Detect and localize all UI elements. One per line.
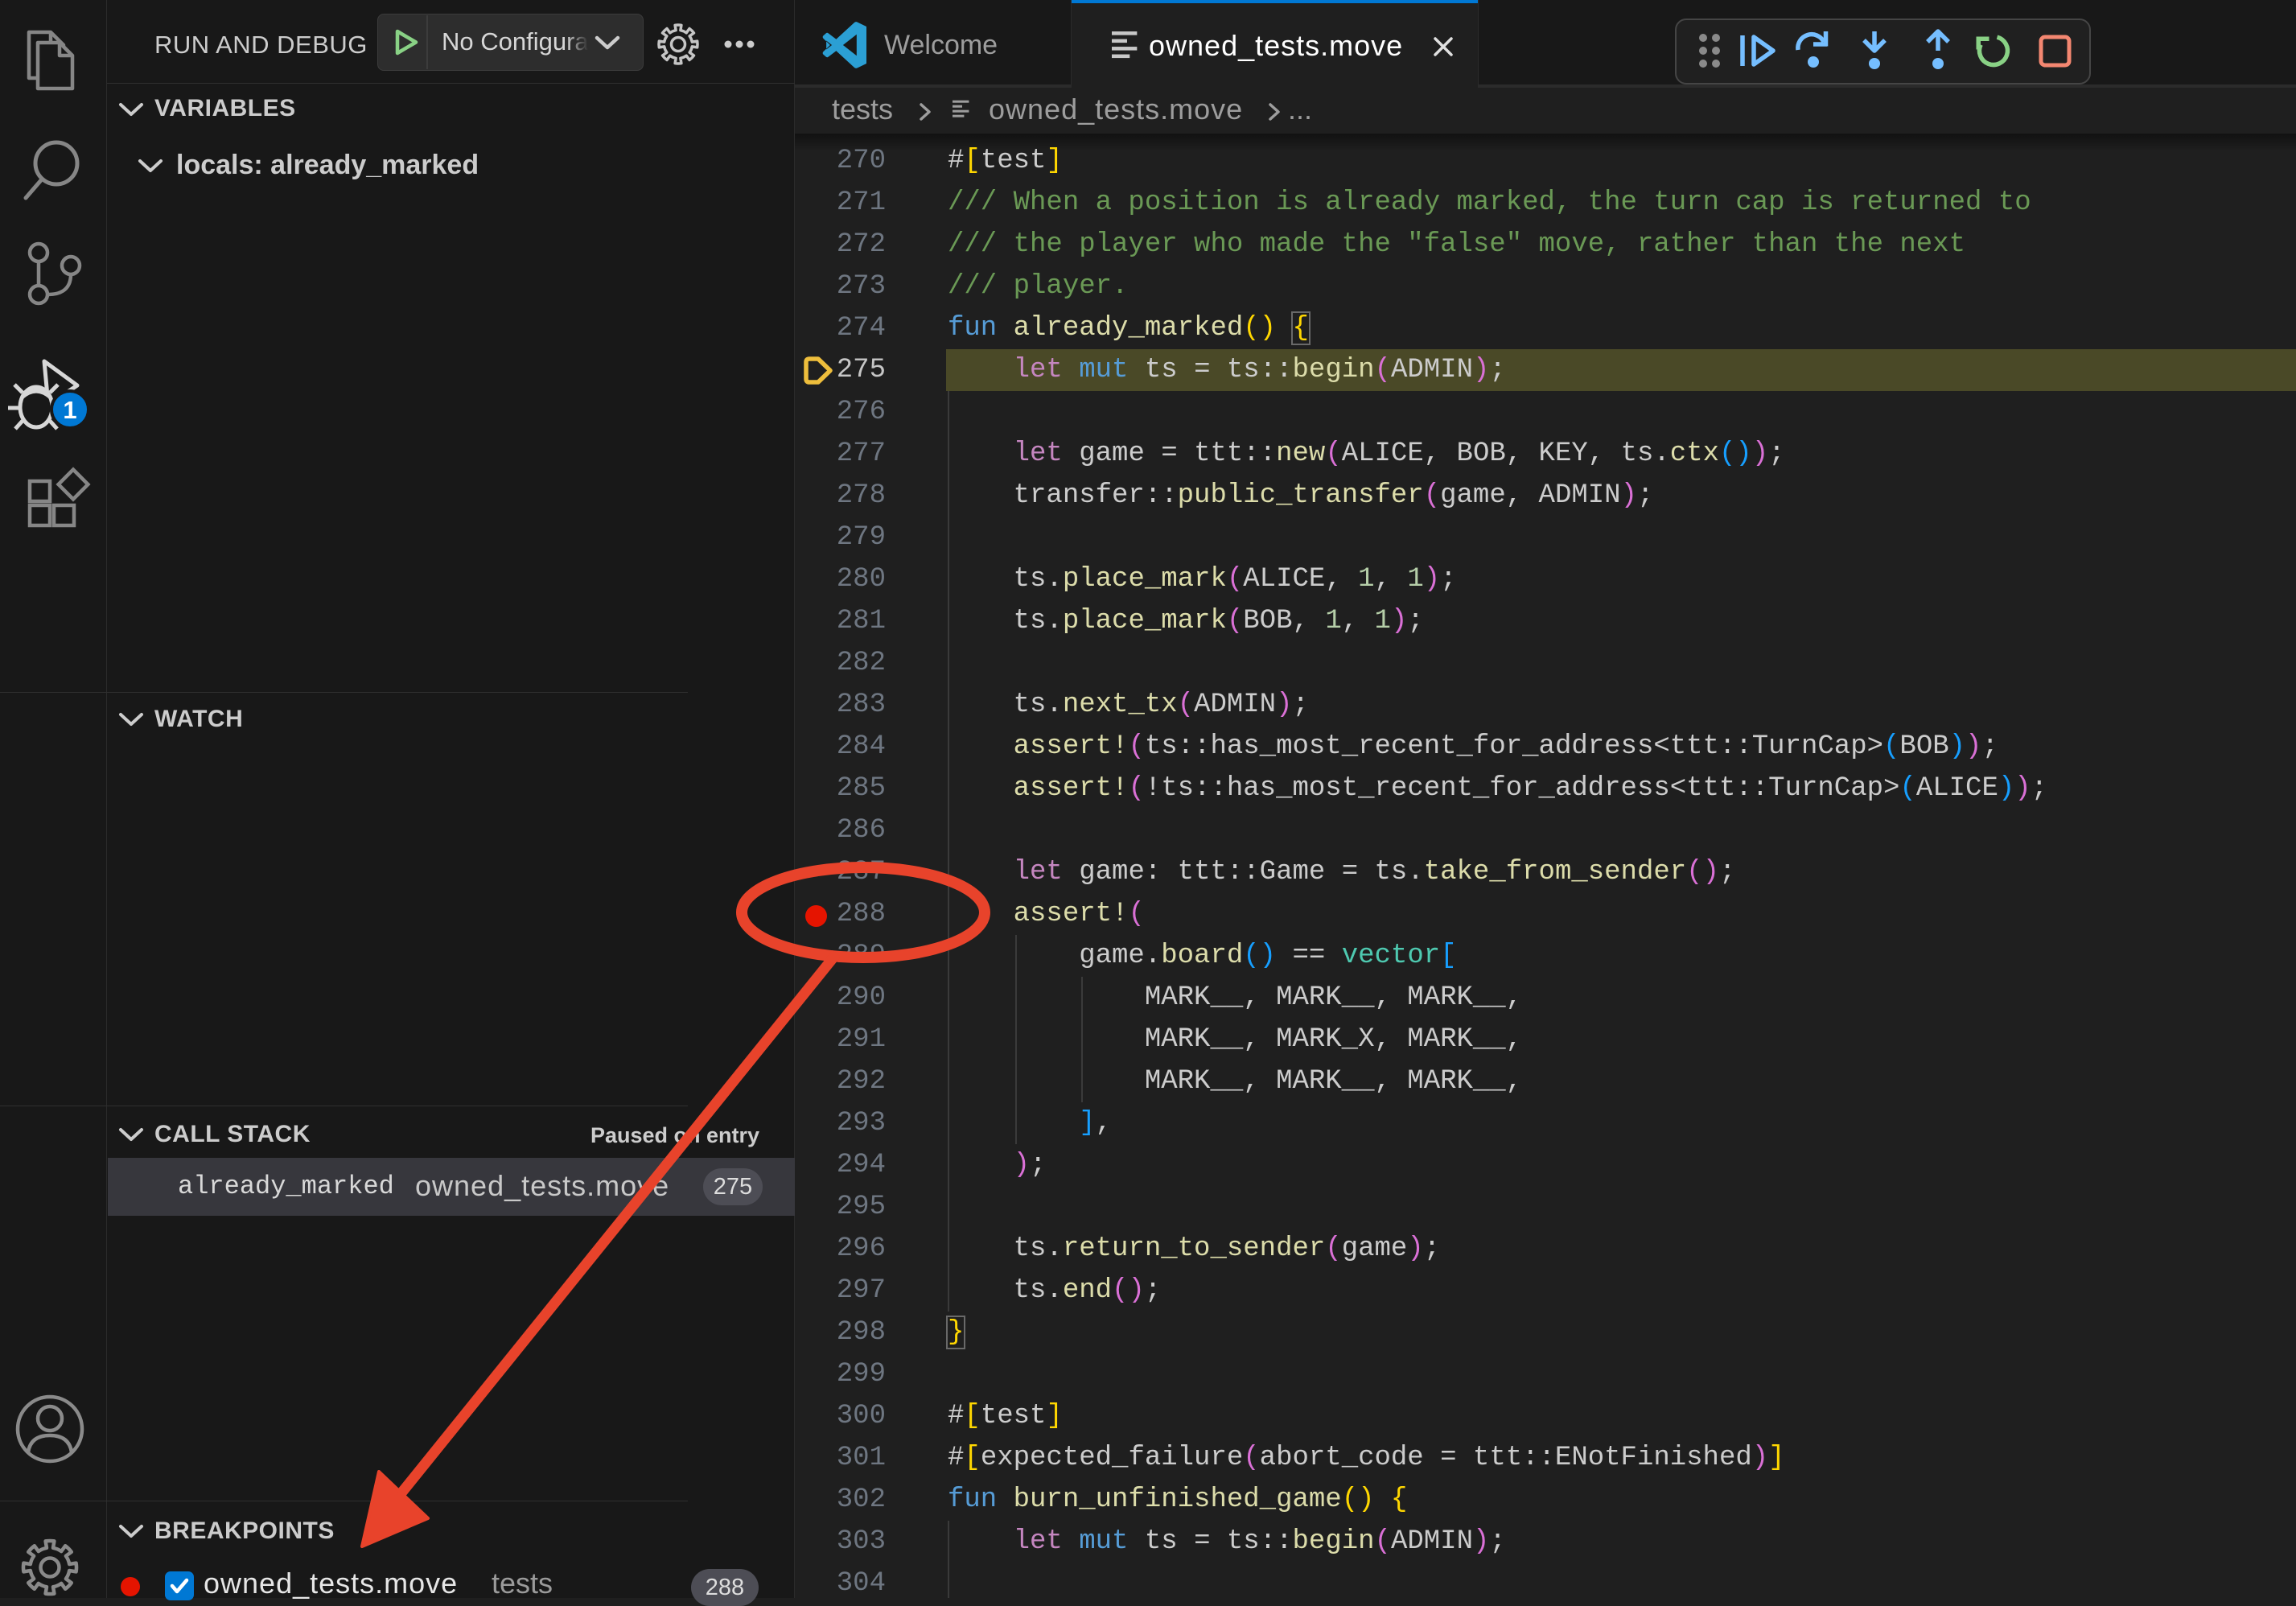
svg-text:1: 1 [63,396,76,424]
